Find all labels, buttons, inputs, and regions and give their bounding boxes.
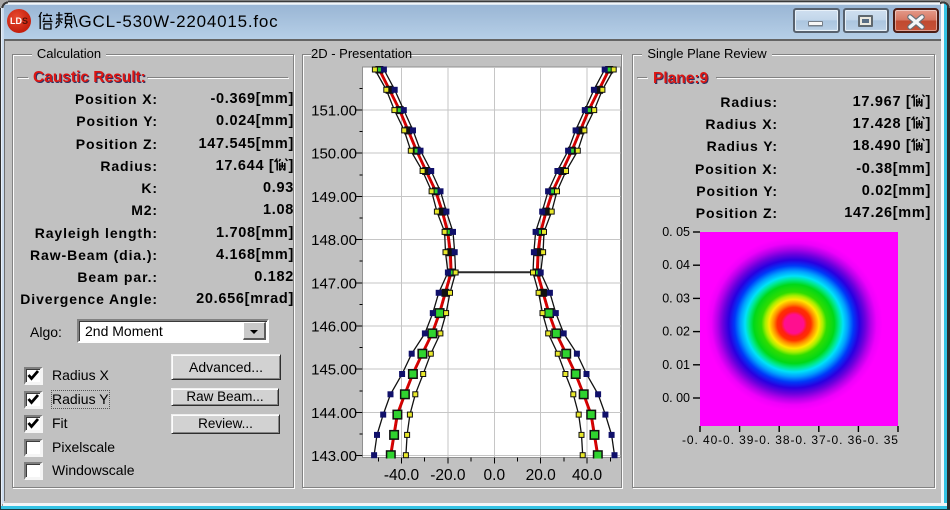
svg-text:0.0: 0.0 xyxy=(484,467,506,484)
svg-text:151.00: 151.00 xyxy=(311,103,357,120)
svg-text:40.0: 40.0 xyxy=(572,467,603,484)
svg-text:144.00: 144.00 xyxy=(311,405,357,422)
svg-text:0. 04: 0. 04 xyxy=(662,258,690,272)
svg-text:-40.0: -40.0 xyxy=(384,467,420,484)
svg-text:0. 05: 0. 05 xyxy=(662,225,690,239)
svg-text:145.00: 145.00 xyxy=(311,362,357,379)
svg-text:149.00: 149.00 xyxy=(311,189,357,206)
svg-text:0. 03: 0. 03 xyxy=(662,291,690,305)
svg-text:0. 02: 0. 02 xyxy=(662,325,690,339)
svg-text:0. 01: 0. 01 xyxy=(662,358,690,372)
svg-text:20.0: 20.0 xyxy=(526,467,557,484)
svg-text:0. 00: 0. 00 xyxy=(662,391,690,405)
svg-text:146.00: 146.00 xyxy=(311,319,357,336)
svg-text:-20.0: -20.0 xyxy=(430,467,466,484)
svg-text:148.00: 148.00 xyxy=(311,232,357,249)
svg-text:-0. 40-0. 39-0. 38-0. 37-0. 36: -0. 40-0. 39-0. 38-0. 37-0. 36-0. 35 xyxy=(682,433,898,447)
svg-text:147.00: 147.00 xyxy=(311,275,357,292)
svg-text:143.00: 143.00 xyxy=(311,448,357,465)
svg-text:150.00: 150.00 xyxy=(311,146,357,163)
